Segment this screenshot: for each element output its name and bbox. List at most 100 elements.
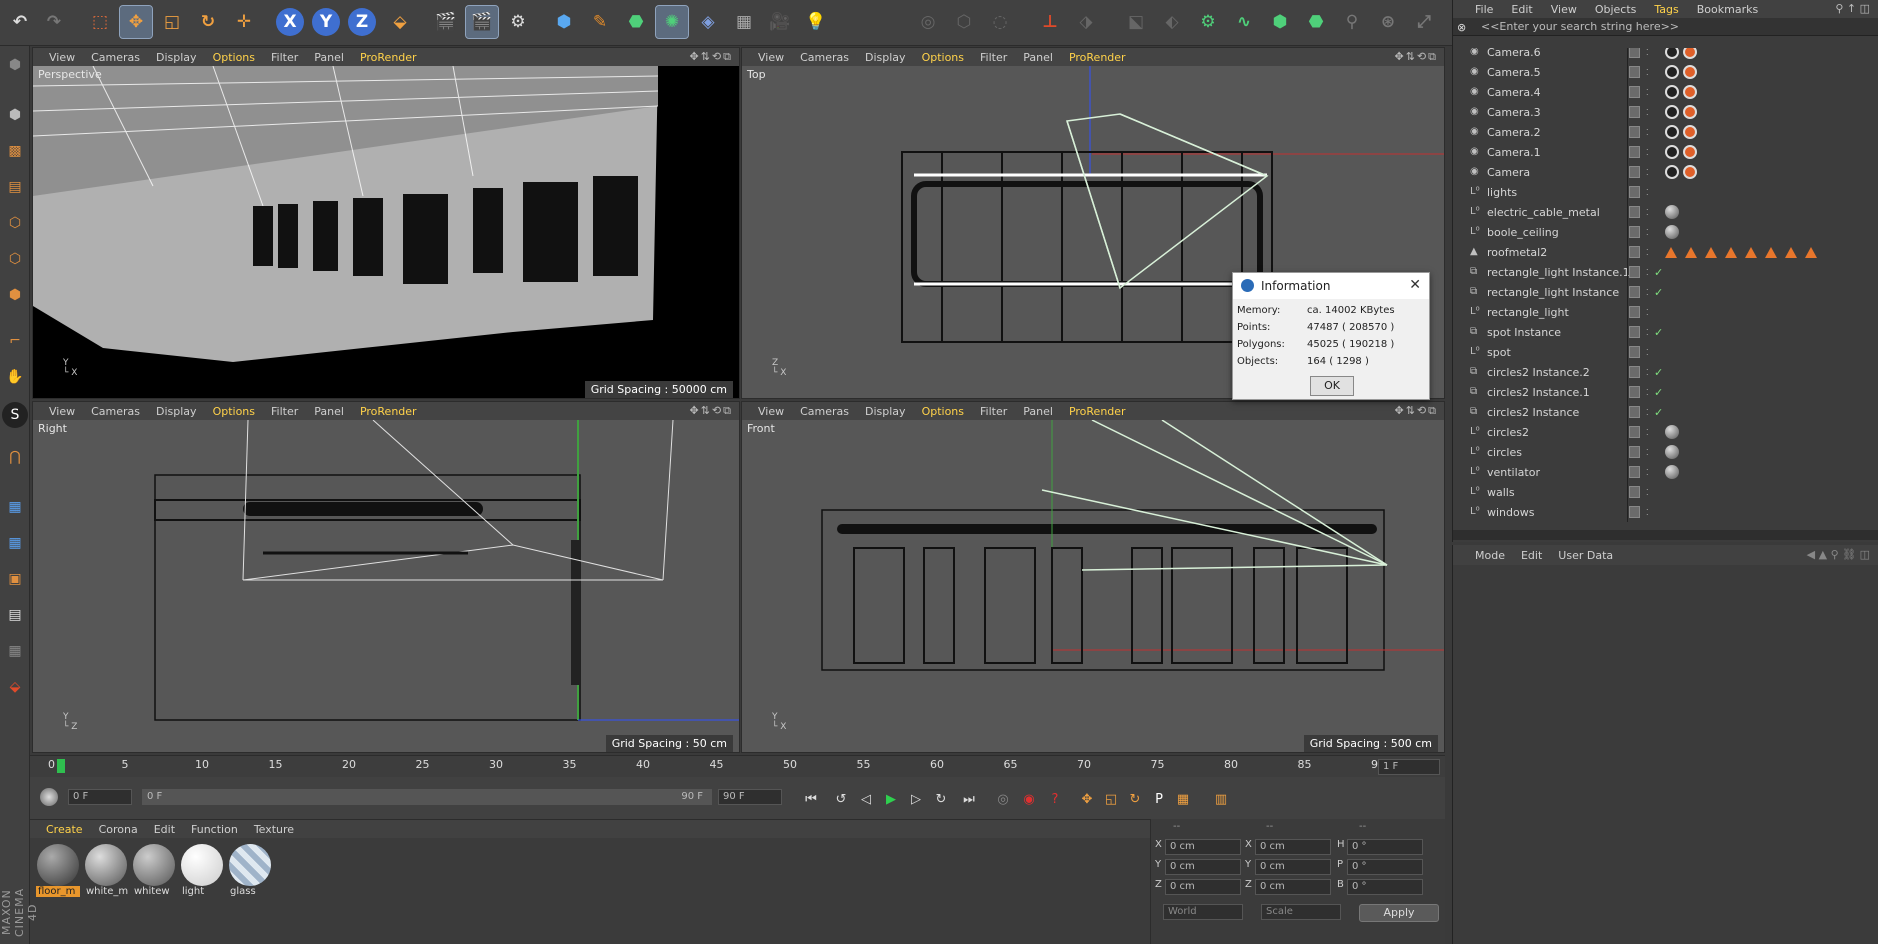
key-scale-icon[interactable]: ◱ xyxy=(1100,788,1122,810)
layer-swatch[interactable] xyxy=(1629,286,1640,298)
coord-field[interactable]: 0 cm xyxy=(1255,839,1331,855)
uv-icon[interactable]: ▦ xyxy=(2,638,28,664)
visibility-dots[interactable]: ⁚ xyxy=(1646,508,1649,517)
polygon-mode-icon[interactable]: ⬡ xyxy=(948,6,980,38)
layer-swatch[interactable] xyxy=(1629,426,1640,438)
object-row[interactable]: L⁰ boole_ceiling ⁚ xyxy=(1453,222,1878,242)
object-row[interactable]: ◉ Camera.2 ⁚ xyxy=(1453,122,1878,142)
menu-user-data[interactable]: User Data xyxy=(1558,549,1613,562)
layer-swatch[interactable] xyxy=(1629,146,1640,158)
menu-view[interactable]: View xyxy=(49,405,75,418)
coord-field[interactable]: 0 cm xyxy=(1165,859,1241,875)
playhead[interactable] xyxy=(57,759,65,773)
protection-tag-icon[interactable] xyxy=(1683,85,1697,99)
menu-tags[interactable]: Tags xyxy=(1654,3,1678,16)
camera-tag-icon[interactable] xyxy=(1665,85,1679,99)
menu-prorender[interactable]: ProRender xyxy=(360,405,417,418)
visibility-dots[interactable]: ⁚ xyxy=(1646,148,1649,157)
texture-tag-icon[interactable] xyxy=(1685,247,1697,258)
layer-swatch[interactable] xyxy=(1629,48,1640,58)
workplane-icon[interactable]: ⬕ xyxy=(1120,6,1152,38)
light-icon[interactable]: 💡 xyxy=(800,6,832,38)
menu-corona[interactable]: Corona xyxy=(99,823,138,836)
axis-mode-icon[interactable]: ⊥ xyxy=(1034,6,1066,38)
menu-options[interactable]: Options xyxy=(213,51,255,64)
enabled-check-icon[interactable]: ✓ xyxy=(1654,406,1663,419)
layer-swatch[interactable] xyxy=(1629,506,1640,518)
make-editable-icon[interactable]: ◎ xyxy=(912,6,944,38)
layer-swatch[interactable] xyxy=(1629,266,1640,278)
object-row[interactable]: L⁰ spot ⁚ xyxy=(1453,342,1878,362)
visibility-dots[interactable]: ⁚ xyxy=(1646,128,1649,137)
visibility-dots[interactable]: ⁚ xyxy=(1646,428,1649,437)
layer-icon[interactable]: ▣ xyxy=(2,566,28,592)
object-row[interactable]: L⁰ windows ⁚ xyxy=(1453,502,1878,522)
menu-cameras[interactable]: Cameras xyxy=(800,51,849,64)
z-axis-lock-icon[interactable]: Z xyxy=(348,8,376,36)
move-tool-icon[interactable]: ✥ xyxy=(119,5,153,39)
points-mode-icon[interactable]: ⬡ xyxy=(2,210,28,236)
menu-file[interactable]: File xyxy=(1475,3,1493,16)
camera-tag-icon[interactable] xyxy=(1665,125,1679,139)
keyframe-selection-icon[interactable]: ? xyxy=(1044,788,1066,810)
object-row[interactable]: L⁰ lights ⁚ xyxy=(1453,182,1878,202)
floor-icon[interactable]: ▦ xyxy=(728,6,760,38)
camera-tag-icon[interactable] xyxy=(1665,65,1679,79)
protection-tag-icon[interactable] xyxy=(1683,125,1697,139)
protection-tag-icon[interactable] xyxy=(1683,48,1697,59)
object-row[interactable]: ⧉ spot Instance ⁚ ✓ xyxy=(1453,322,1878,342)
menu-cameras[interactable]: Cameras xyxy=(91,405,140,418)
menu-edit[interactable]: Edit xyxy=(1521,549,1542,562)
next-frame-icon[interactable]: ▷ xyxy=(905,788,927,810)
menu-display[interactable]: Display xyxy=(156,405,197,418)
object-row[interactable]: ⧉ rectangle_light Instance.1 ⁚ ✓ xyxy=(1453,262,1878,282)
camera-tool-icon[interactable]: 🎥 xyxy=(764,6,796,38)
visibility-dots[interactable]: ⁚ xyxy=(1646,308,1649,317)
end-frame-field[interactable]: 90 F xyxy=(718,789,782,805)
menu-panel[interactable]: Panel xyxy=(1023,405,1053,418)
coord-field[interactable]: 0 ° xyxy=(1347,839,1423,855)
menu-view[interactable]: View xyxy=(1551,3,1577,16)
layer-swatch[interactable] xyxy=(1629,466,1640,478)
character-icon[interactable]: ⚲ xyxy=(1336,6,1368,38)
material-white-m[interactable]: white_m xyxy=(84,844,128,897)
menu-filter[interactable]: Filter xyxy=(271,405,298,418)
enabled-check-icon[interactable]: ✓ xyxy=(1654,386,1663,399)
enabled-check-icon[interactable]: ✓ xyxy=(1654,326,1663,339)
menu-prorender[interactable]: ProRender xyxy=(360,51,417,64)
layer-swatch[interactable] xyxy=(1629,406,1640,418)
script-icon[interactable]: ⬙ xyxy=(2,674,28,700)
menu-edit[interactable]: Edit xyxy=(1511,3,1532,16)
menu-panel[interactable]: Panel xyxy=(1023,51,1053,64)
layer-swatch[interactable] xyxy=(1629,306,1640,318)
select-tool-icon[interactable]: ⬚ xyxy=(84,6,116,38)
menu-filter[interactable]: Filter xyxy=(980,51,1007,64)
workplane-mode-icon[interactable]: ▤ xyxy=(2,174,28,200)
object-row[interactable]: L⁰ walls ⁚ xyxy=(1453,482,1878,502)
material-tag-icon[interactable] xyxy=(1665,465,1679,479)
snap-settings-icon[interactable]: ▦ xyxy=(2,530,28,556)
timeline-window-icon[interactable]: ▥ xyxy=(1210,788,1232,810)
horizontal-scrollbar[interactable] xyxy=(1453,530,1878,540)
rotate-tool-icon[interactable]: ↻ xyxy=(192,6,224,38)
coord-field[interactable]: 0 cm xyxy=(1165,839,1241,855)
object-row[interactable]: ▲ roofmetal2 ⁚ xyxy=(1453,242,1878,262)
visibility-dots[interactable]: ⁚ xyxy=(1646,268,1649,277)
camera-tag-icon[interactable] xyxy=(1665,165,1679,179)
object-mode-icon[interactable]: ⬢ xyxy=(2,102,28,128)
y-axis-lock-icon[interactable]: Y xyxy=(312,8,340,36)
menu-mode[interactable]: Mode xyxy=(1475,549,1505,562)
coord-field[interactable]: 0 ° xyxy=(1347,879,1423,895)
menu-function[interactable]: Function xyxy=(191,823,238,836)
edge-mode-icon[interactable]: ◌ xyxy=(984,6,1016,38)
viewport-nav-icons[interactable]: ✥⇅⟲⧉ xyxy=(1394,404,1438,418)
render-picture-viewer-icon[interactable]: 🎬 xyxy=(465,5,499,39)
object-row[interactable]: ◉ Camera.6 ⁚ xyxy=(1453,48,1878,62)
viewport-nav-icons[interactable]: ✥⇅⟲⧉ xyxy=(689,404,733,418)
texture-tag-icon[interactable] xyxy=(1745,247,1757,258)
menu-options[interactable]: Options xyxy=(213,405,255,418)
timeline-sphere-icon[interactable] xyxy=(40,788,58,806)
visibility-dots[interactable]: ⁚ xyxy=(1646,48,1649,57)
enabled-check-icon[interactable]: ✓ xyxy=(1654,366,1663,379)
menu-edit[interactable]: Edit xyxy=(154,823,175,836)
